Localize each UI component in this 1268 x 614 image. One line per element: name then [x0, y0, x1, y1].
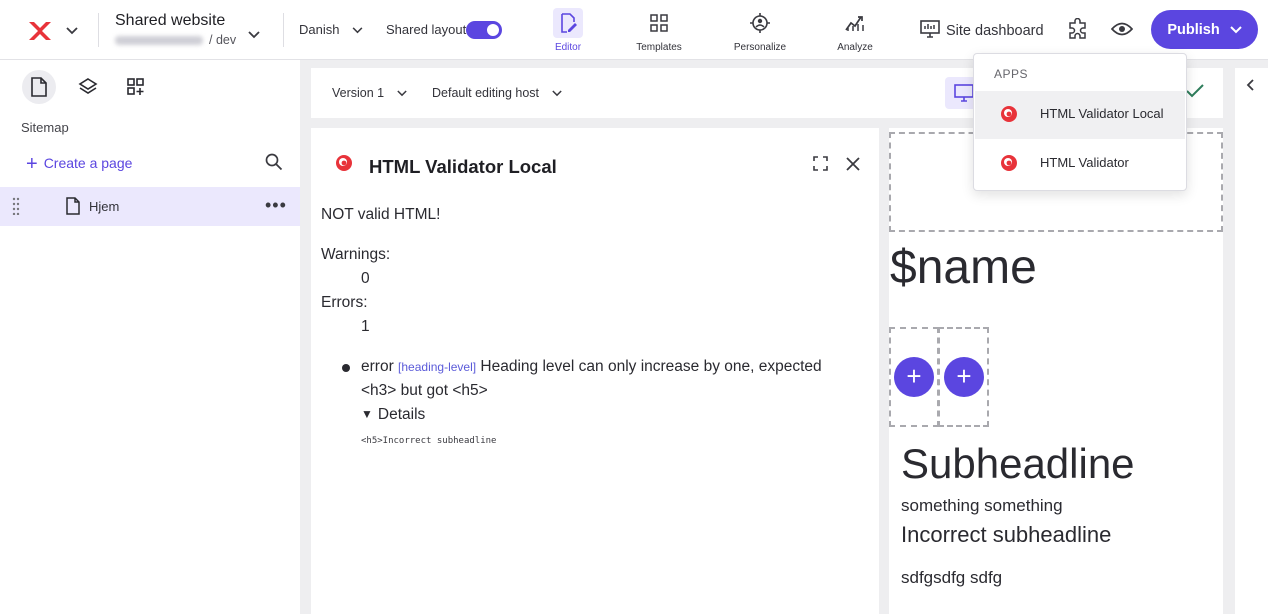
subheadline-heading[interactable]: Subheadline	[901, 440, 1135, 488]
edit-page-icon	[553, 8, 583, 38]
nav-analyze[interactable]: Analyze	[815, 8, 895, 53]
page-name: Hjem	[89, 199, 120, 214]
create-page-label: Create a page	[43, 155, 133, 171]
version-selector[interactable]: Version 1	[332, 86, 407, 100]
nav-templates[interactable]: Templates	[619, 8, 699, 53]
warnings-label: Warnings:	[321, 246, 391, 263]
validator-title: HTML Validator Local	[369, 156, 557, 177]
search-icon[interactable]	[265, 153, 283, 176]
preview-eye-icon[interactable]	[1110, 21, 1134, 42]
nav-analyze-label: Analyze	[837, 42, 873, 53]
site-switcher-chevron-icon[interactable]	[248, 26, 260, 44]
dashboard-icon	[920, 20, 940, 38]
app-switcher-chevron-icon[interactable]	[66, 24, 78, 38]
plus-icon: +	[26, 153, 38, 175]
name-heading[interactable]: $name	[890, 240, 1037, 295]
more-options-icon[interactable]: •••	[265, 195, 287, 216]
apps-heading: APPS	[994, 67, 1029, 81]
sitemap-heading: Sitemap	[21, 120, 69, 135]
list-bullet	[342, 364, 350, 372]
sidebar-tab-layers[interactable]	[71, 70, 105, 104]
drag-handle-icon[interactable]	[12, 197, 20, 220]
language-label: Danish	[299, 22, 340, 37]
app-item-label: HTML Validator Local	[1040, 106, 1164, 121]
close-icon[interactable]	[846, 157, 860, 176]
sidebar-tab-pages[interactable]	[22, 70, 56, 104]
details-label: Details	[377, 406, 426, 423]
language-chevron-icon	[352, 27, 363, 34]
errors-count: 1	[361, 318, 370, 335]
nav-templates-label: Templates	[636, 42, 682, 53]
left-sidebar	[0, 60, 300, 614]
html-validator-app-icon	[1000, 154, 1018, 177]
app-item-html-validator-local[interactable]: HTML Validator Local	[975, 91, 1185, 139]
check-icon[interactable]	[1186, 84, 1204, 103]
desktop-icon	[954, 84, 974, 102]
nav-editor-label: Editor	[554, 42, 582, 53]
add-component-button[interactable]: +	[944, 357, 984, 397]
publish-label: Publish	[1167, 21, 1220, 38]
site-dashboard-button[interactable]: Site dashboard	[920, 20, 1044, 39]
publish-button[interactable]: Publish	[1151, 10, 1258, 49]
apps-dropdown: APPS HTML Validator Local HTML Validator	[973, 53, 1187, 191]
blurred-site-name	[115, 36, 203, 46]
add-component-icon	[127, 78, 144, 95]
layers-icon	[78, 78, 98, 94]
error-type: error	[361, 358, 394, 375]
version-label: Version 1	[332, 86, 385, 100]
site-env-label: / dev	[209, 33, 237, 47]
personalize-icon	[745, 8, 775, 38]
site-dashboard-label: Site dashboard	[946, 23, 1044, 39]
html-validator-app-icon	[335, 154, 353, 177]
app-item-label: HTML Validator	[1040, 155, 1129, 170]
app-logo-icon[interactable]	[26, 20, 54, 42]
analyze-icon	[840, 8, 870, 38]
page-icon	[31, 77, 47, 97]
details-toggle[interactable]: ▼ Details	[361, 406, 425, 424]
site-title[interactable]: Shared website	[115, 12, 225, 30]
tagline-text[interactable]: something something	[901, 496, 1063, 516]
right-panel-collapsed	[1235, 68, 1268, 614]
html-validator-app-icon	[1000, 105, 1018, 128]
site-environment: / dev	[115, 33, 236, 47]
body-text[interactable]: sdfgsdfg sdfg	[901, 568, 1002, 588]
editing-host-selector[interactable]: Default editing host	[432, 86, 562, 100]
expand-panel-chevron-icon[interactable]	[1246, 78, 1254, 96]
error-item: error [heading-level] Heading level can …	[361, 358, 822, 376]
incorrect-subheadline[interactable]: Incorrect subheadline	[901, 522, 1111, 548]
nav-editor[interactable]: Editor	[528, 8, 608, 53]
details-code: <h5>Incorrect subheadline	[361, 436, 497, 446]
editing-host-label: Default editing host	[432, 86, 540, 100]
expand-icon[interactable]	[813, 156, 828, 176]
error-message: Heading level can only increase by one, …	[480, 358, 822, 375]
disclosure-triangle-icon: ▼	[361, 407, 373, 421]
version-chevron-icon	[396, 90, 407, 97]
app-item-html-validator[interactable]: HTML Validator	[975, 140, 1185, 188]
nav-personalize[interactable]: Personalize	[720, 8, 800, 53]
divider	[98, 13, 99, 47]
sitemap-page-row[interactable]: Hjem •••	[0, 187, 300, 226]
errors-label: Errors:	[321, 294, 368, 311]
templates-icon	[644, 8, 674, 38]
page-icon	[66, 197, 80, 220]
publish-chevron-icon	[1229, 25, 1242, 33]
add-component-button[interactable]: +	[894, 357, 934, 397]
divider	[283, 13, 284, 47]
nav-personalize-label: Personalize	[733, 42, 787, 53]
validation-status: NOT valid HTML!	[321, 206, 441, 223]
shared-layout-toggle[interactable]	[466, 21, 502, 39]
host-chevron-icon	[551, 90, 562, 97]
shared-layout-label: Shared layout	[386, 22, 467, 37]
warnings-count: 0	[361, 270, 370, 287]
language-selector[interactable]: Danish	[299, 22, 363, 37]
error-rule-link[interactable]: [heading-level]	[398, 360, 476, 374]
apps-puzzle-icon[interactable]	[1067, 17, 1089, 45]
create-page-button[interactable]: + Create a page	[26, 153, 132, 176]
error-message-cont: <h3> but got <h5>	[361, 382, 488, 399]
sidebar-tab-components[interactable]	[119, 70, 153, 104]
